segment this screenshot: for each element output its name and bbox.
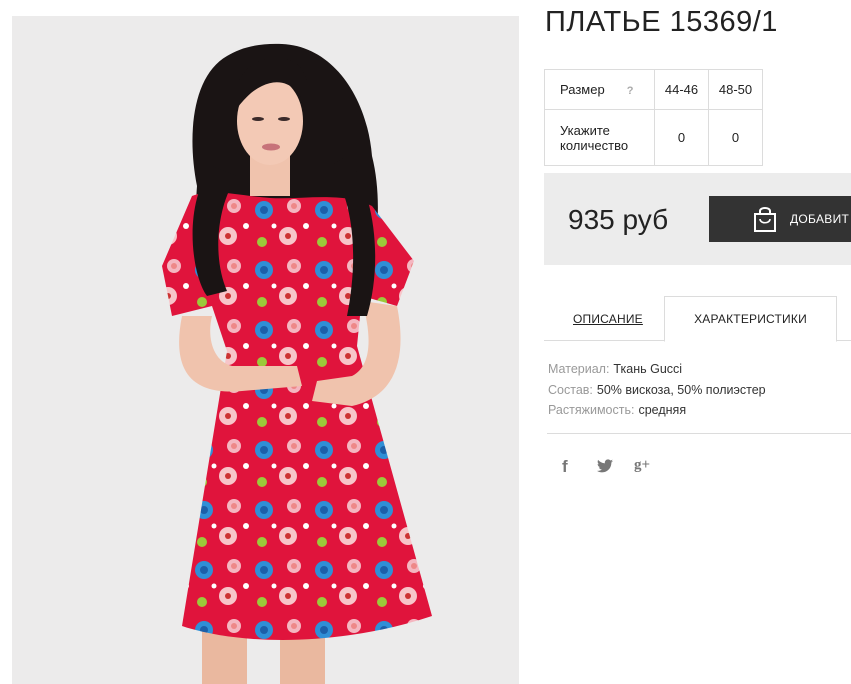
size-help-icon[interactable]: ? (627, 85, 634, 97)
tab-description[interactable]: ОПИСАНИЕ (573, 312, 643, 326)
price-box: 935 руб ДОБАВИТ (544, 173, 851, 265)
google-plus-icon[interactable]: g+ (634, 457, 650, 474)
product-tabs: ОПИСАНИЕ ХАРАКТЕРИСТИКИ (544, 296, 851, 342)
size-quantity-table: Размер? 44-46 48-50 Укажите количество 0… (544, 69, 763, 166)
size-label-cell: Размер? (544, 69, 655, 110)
characteristic-key: Состав: (548, 382, 593, 397)
size-option-44-46: 44-46 (654, 69, 709, 110)
size-option-48-50: 48-50 (708, 69, 763, 110)
characteristic-row: Растяжимость: средняя (548, 400, 766, 421)
characteristic-row: Материал: Ткань Gucci (548, 359, 766, 380)
characteristic-row: Состав: 50% вискоза, 50% полиэстер (548, 380, 766, 401)
dress-photo-illustration (162, 43, 432, 684)
section-divider (547, 433, 851, 434)
add-to-cart-label: ДОБАВИТ (790, 212, 850, 226)
twitter-icon[interactable] (597, 459, 613, 478)
product-image[interactable] (12, 16, 519, 684)
characteristic-key: Растяжимость: (548, 403, 635, 417)
quantity-label: Укажите количество (544, 109, 655, 166)
characteristic-value: Ткань Gucci (613, 362, 683, 376)
quantity-row: Укажите количество 0 0 (544, 109, 763, 166)
product-title: ПЛАТЬЕ 15369/1 (545, 6, 778, 38)
quantity-input-44-46[interactable]: 0 (654, 109, 709, 166)
characteristic-key: Материал: (548, 362, 610, 376)
size-row: Размер? 44-46 48-50 (544, 69, 763, 110)
characteristic-value: 50% вискоза, 50% полиэстер (596, 382, 766, 397)
shopping-bag-icon (752, 205, 778, 236)
product-price: 935 руб (568, 204, 669, 235)
facebook-icon[interactable]: f (562, 457, 568, 477)
size-label: Размер (560, 82, 605, 97)
add-to-cart-button[interactable]: ДОБАВИТ (709, 196, 851, 242)
characteristic-value: средняя (638, 403, 687, 417)
quantity-input-48-50[interactable]: 0 (708, 109, 763, 166)
characteristics-list: Материал: Ткань Gucci Состав: 50% вискоза,… (548, 359, 766, 421)
tab-characteristics[interactable]: ХАРАКТЕРИСТИКИ (664, 296, 837, 342)
